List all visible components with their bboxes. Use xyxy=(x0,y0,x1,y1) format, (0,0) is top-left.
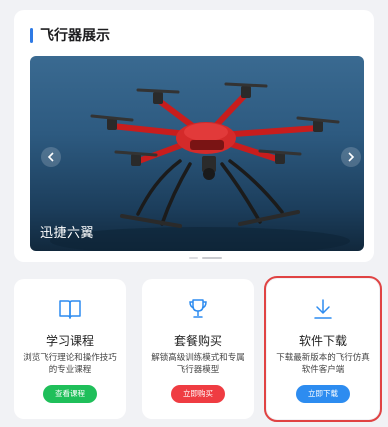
feature-card-packages: 套餐购买 解锁高级训练模式和专属飞行器模型 立即购买 xyxy=(142,279,254,419)
feature-name: 套餐购买 xyxy=(173,334,222,348)
title-accent-bar xyxy=(30,27,33,43)
view-courses-button[interactable]: 查看课程 xyxy=(43,385,97,403)
pagination-dot-active[interactable] xyxy=(202,257,222,259)
feature-card-download: 软件下载 下载最新版本的飞行仿真软件客户端 立即下载 xyxy=(264,276,382,422)
feature-description: 解锁高级训练模式和专属飞行器模型 xyxy=(151,353,245,375)
aircraft-carousel[interactable]: 迅捷六翼 xyxy=(30,56,364,251)
feature-name: 学习课程 xyxy=(45,334,94,348)
page: 飞行器展示 迅捷六翼 学习课程 浏览飞行理论和操作技巧的专业课程 查看课程 套餐… xyxy=(0,0,388,427)
feature-name: 软件下载 xyxy=(298,334,347,348)
book-icon xyxy=(59,300,81,319)
section-title-text: 飞行器展示 xyxy=(40,28,110,44)
section-title: 飞行器展示 xyxy=(30,25,110,45)
aircraft-showcase-card: 飞行器展示 迅捷六翼 xyxy=(14,10,374,262)
carousel-next-button[interactable] xyxy=(341,147,361,167)
chevron-right-icon xyxy=(348,152,355,162)
feature-card-courses: 学习课程 浏览飞行理论和操作技巧的专业课程 查看课程 xyxy=(14,279,126,419)
download-now-button[interactable]: 立即下载 xyxy=(296,385,350,403)
buy-now-button[interactable]: 立即购买 xyxy=(171,385,225,403)
feature-description: 下载最新版本的飞行仿真软件客户端 xyxy=(276,353,370,375)
carousel-prev-button[interactable] xyxy=(41,147,61,167)
carousel-pagination xyxy=(189,257,222,259)
chevron-left-icon xyxy=(47,152,54,162)
download-icon xyxy=(314,299,332,319)
feature-description: 浏览飞行理论和操作技巧的专业课程 xyxy=(23,353,117,375)
slide-caption: 迅捷六翼 xyxy=(40,226,95,241)
pagination-dot[interactable] xyxy=(189,257,198,259)
trophy-icon xyxy=(189,299,207,318)
